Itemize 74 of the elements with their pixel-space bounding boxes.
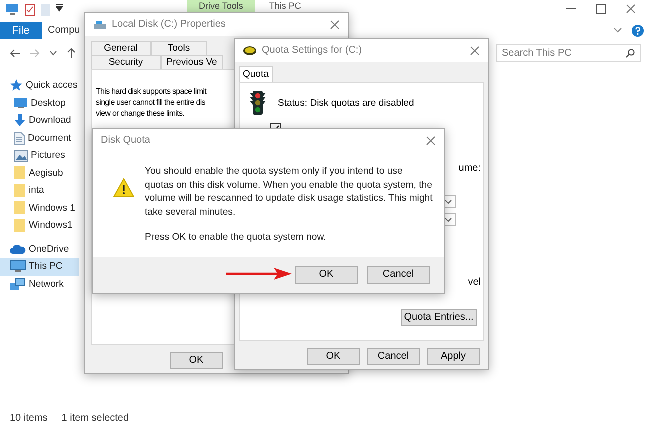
- down-arrow-icon: [14, 114, 26, 128]
- window-title: Quota Settings for (C:): [262, 45, 362, 56]
- dialog-button[interactable]: OK: [295, 266, 358, 284]
- close-icon[interactable]: [626, 4, 636, 14]
- search-icon[interactable]: [626, 49, 635, 58]
- chevron-down-icon: [444, 200, 452, 204]
- pictures-icon: [14, 150, 28, 162]
- up-arrow-icon[interactable]: [67, 48, 76, 58]
- dialog-button[interactable]: Apply: [427, 348, 480, 365]
- option-label: vel: [468, 277, 481, 288]
- pointer-arrow: [226, 268, 292, 280]
- sidebar-item[interactable]: Windows 1: [0, 200, 79, 217]
- quota-entries-button[interactable]: Quota Entries...: [401, 309, 477, 326]
- sidebar-item[interactable]: Download: [0, 112, 79, 130]
- folder-icon: [14, 218, 26, 233]
- sidebar-item[interactable]: inta: [0, 182, 79, 200]
- dialog-button[interactable]: Cancel: [367, 348, 420, 365]
- folder-icon: [14, 166, 26, 180]
- ok-button[interactable]: OK: [170, 352, 223, 369]
- ribbon-tab[interactable]: File: [0, 22, 42, 39]
- ribbon-tab[interactable]: Compu: [48, 22, 80, 39]
- description-line: This hard disk supports space limit: [96, 86, 206, 97]
- sidebar-item[interactable]: This PC: [0, 258, 79, 276]
- tab[interactable]: Previous Ve: [161, 55, 223, 69]
- warning-icon: [113, 178, 135, 198]
- sidebar-item[interactable]: Network: [0, 276, 79, 293]
- description-line: single user cannot fill the entire dis: [96, 97, 206, 108]
- close-icon[interactable]: [330, 20, 340, 30]
- sidebar-item[interactable]: Quick acces: [0, 77, 79, 94]
- message-text: You should enable the quota system only if you intend to use quotas on this disk volume. When you enable the quota system, the volume will be rescanned to update disk usage statistics. This might take several minutes.: [145, 165, 434, 219]
- search-field[interactable]: Search This PC: [496, 44, 641, 62]
- dropdown-icon[interactable]: [56, 4, 63, 12]
- status-text: 1 item selected: [62, 412, 130, 424]
- tab[interactable]: Security: [91, 55, 161, 69]
- back-arrow-icon[interactable]: [10, 48, 20, 58]
- disk-icon: [243, 46, 257, 56]
- network-icon: [10, 278, 26, 291]
- option-label: ume:: [458, 163, 481, 174]
- sidebar-item[interactable]: OneDrive: [0, 240, 79, 258]
- chevron-down-icon[interactable]: [50, 50, 57, 56]
- checklist-icon[interactable]: [25, 4, 35, 16]
- dialog-title: Disk Quota: [101, 135, 150, 146]
- folder-icon: [14, 201, 26, 216]
- traffic-light-icon: [250, 91, 266, 115]
- status-text: Status: Disk quotas are disabled: [278, 98, 414, 108]
- cloud-icon: [10, 244, 26, 254]
- tab[interactable]: Tools: [151, 41, 207, 55]
- sidebar-item[interactable]: Windows1: [0, 217, 79, 234]
- dialog-button[interactable]: Cancel: [367, 266, 430, 284]
- prompt-text: Press OK to enable the quota system now.: [145, 231, 328, 244]
- maximize-icon[interactable]: [596, 4, 606, 14]
- help-icon[interactable]: [632, 24, 644, 36]
- status-text: 10 items: [10, 412, 48, 424]
- folder-icon: [14, 184, 26, 198]
- chevron-down-icon: [444, 218, 452, 222]
- computer-icon[interactable]: [6, 4, 19, 15]
- tab[interactable]: General: [91, 41, 151, 55]
- sidebar-item[interactable]: Document: [0, 130, 79, 147]
- chevron-down-icon[interactable]: [614, 28, 622, 33]
- description-line: view or change these limits.: [96, 108, 184, 119]
- window-title: This PC: [269, 0, 302, 13]
- sidebar-item[interactable]: Desktop: [0, 94, 79, 112]
- sidebar-item[interactable]: Aegisub: [0, 164, 79, 182]
- desktop-icon: [14, 97, 28, 110]
- dialog-button[interactable]: OK: [307, 348, 360, 365]
- close-icon[interactable]: [426, 136, 436, 146]
- window-title: Local Disk (C:) Properties: [112, 19, 226, 30]
- monitor-icon: [10, 260, 26, 274]
- document-icon: [14, 132, 25, 145]
- sidebar-item[interactable]: Pictures: [0, 147, 79, 164]
- tab[interactable]: Quota: [239, 66, 273, 82]
- drive-icon: [93, 20, 107, 30]
- close-icon[interactable]: [470, 46, 480, 56]
- star-icon: [10, 79, 23, 92]
